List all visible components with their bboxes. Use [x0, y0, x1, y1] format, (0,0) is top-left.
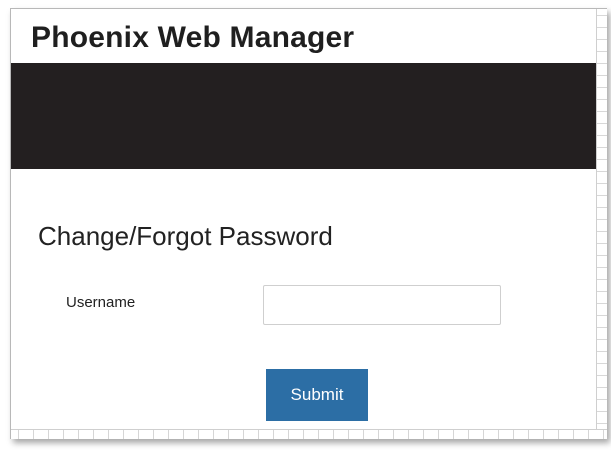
app-title: Phoenix Web Manager	[31, 21, 355, 54]
username-input[interactable]	[263, 285, 501, 325]
torn-edge-bottom	[11, 429, 607, 439]
username-label: Username	[66, 294, 136, 311]
submit-button[interactable]: Submit	[266, 369, 368, 421]
header-banner	[11, 63, 607, 169]
torn-edge-right	[596, 9, 607, 439]
page-heading: Change/Forgot Password	[38, 221, 333, 251]
screenshot-frame: Phoenix Web Manager Change/Forgot Passwo…	[10, 8, 607, 439]
